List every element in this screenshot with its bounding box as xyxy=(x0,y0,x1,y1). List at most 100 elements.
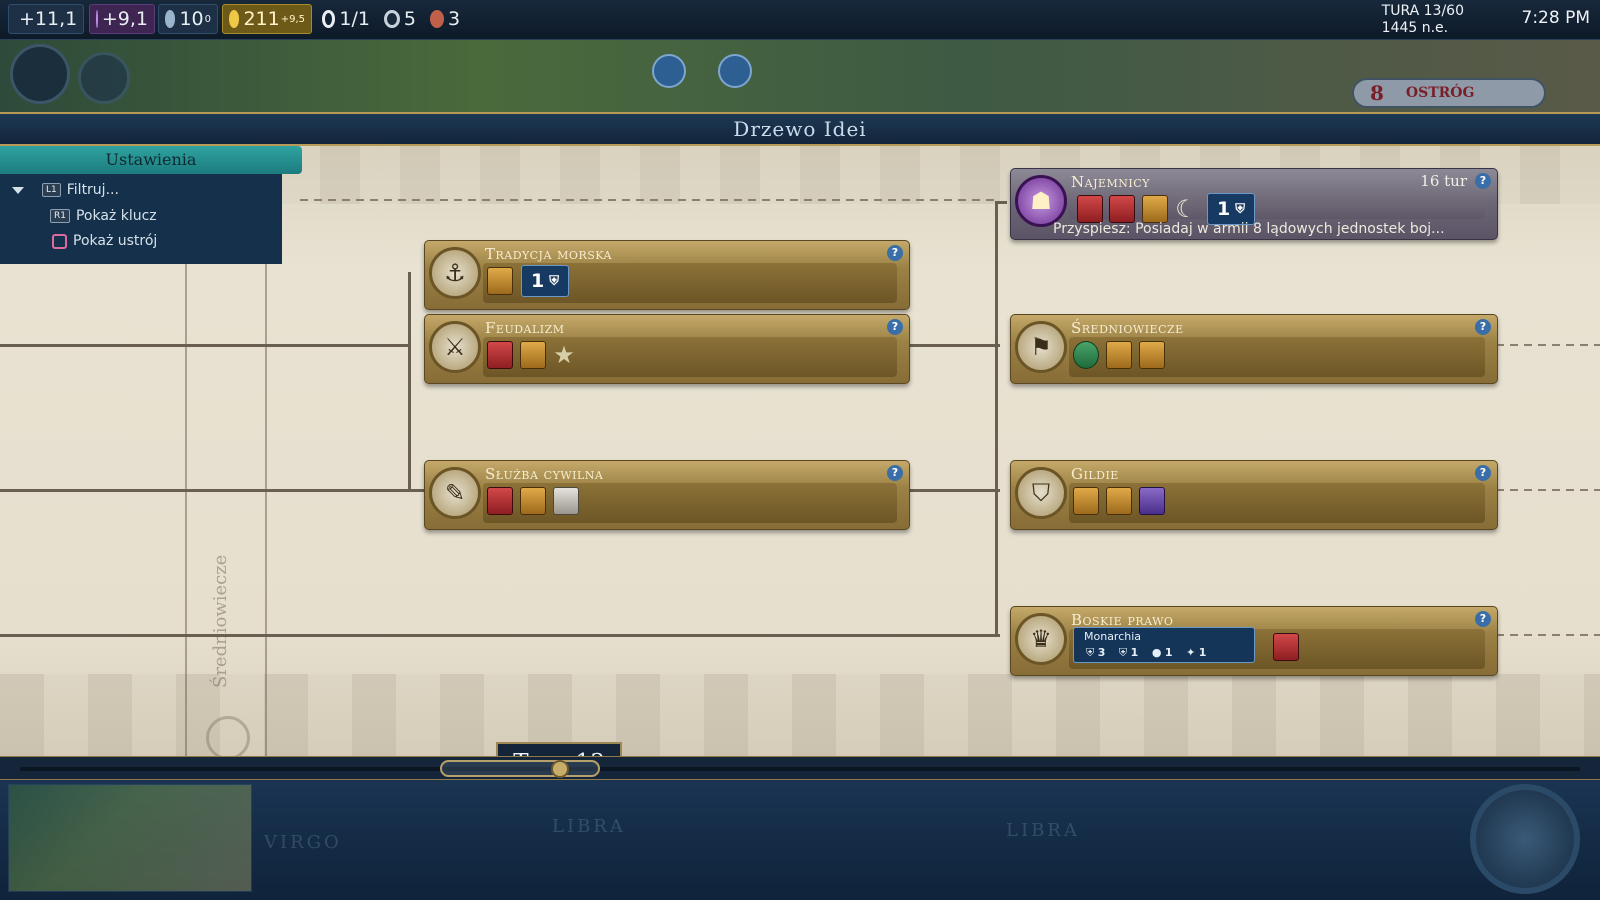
help-icon[interactable]: ? xyxy=(887,319,903,335)
wildcard-slot-count: ✦ 1 xyxy=(1186,646,1207,659)
turn-counter: TURA 13/60 xyxy=(1381,3,1464,19)
civil-service-icon: ✎ xyxy=(429,467,481,519)
help-icon[interactable]: ? xyxy=(887,245,903,261)
clock: 7:28 PM xyxy=(1521,8,1591,28)
government-name: Monarchia xyxy=(1084,630,1142,643)
panel-title: Drzewo Idei xyxy=(733,117,867,141)
card-title: Służba cywilna xyxy=(485,465,604,483)
show-key-option[interactable]: R1 Pokaż klucz xyxy=(50,204,157,228)
timeline-current-turn-knob[interactable] xyxy=(551,760,569,778)
science-yield[interactable]: +11,1 xyxy=(8,4,84,34)
city-population: 8 xyxy=(1370,81,1384,105)
wildcard-slot-icon xyxy=(1139,487,1165,515)
square-button-icon xyxy=(52,233,67,249)
star-icon: ★ xyxy=(553,341,575,369)
turns-remaining: 16 tur xyxy=(1420,172,1467,190)
policy-card-feudalizm[interactable]: ⚔ Feudalizm ? ★ xyxy=(424,314,910,384)
economic-slot-icon xyxy=(1106,487,1132,515)
connector xyxy=(995,201,1007,204)
map-options-button[interactable] xyxy=(78,52,130,104)
connector-dashed xyxy=(1496,344,1600,346)
panel-header: Drzewo Idei xyxy=(0,112,1600,146)
diplomatic-slot-count: ● 1 xyxy=(1151,646,1173,659)
era-divider xyxy=(265,256,267,756)
city-banner[interactable]: 8 OSTRÓG xyxy=(1352,78,1546,108)
economic-slot-icon xyxy=(520,341,546,369)
minimap[interactable] xyxy=(8,784,252,892)
turn-info: TURA 13/60 1445 n.e. xyxy=(1382,3,1464,37)
medieval-faires-icon: ⚑ xyxy=(1015,321,1067,373)
options-header[interactable]: Ustawienia xyxy=(0,146,302,174)
tree-canvas[interactable]: Średniowiecze Ustawienia L1 Filtruj... R… xyxy=(0,146,1600,782)
military-slot-icon xyxy=(487,487,513,515)
faith-yield[interactable]: +9,1 xyxy=(89,4,155,34)
unit-icon: ⛨ xyxy=(1235,201,1245,217)
divine-right-icon: ♛ xyxy=(1015,613,1067,665)
filter-option[interactable]: L1 Filtruj... xyxy=(0,178,119,202)
gold-coin-icon xyxy=(229,10,240,28)
connector xyxy=(900,344,1000,347)
policy-card-najemnicy[interactable]: ☗ Najemnicy 16 tur ? ☾ 1 ⛨ Przyspiesz: Po… xyxy=(1010,168,1498,240)
constellation-label: LIBRA xyxy=(1006,820,1080,841)
military-slot-count: ⛨ 3 xyxy=(1086,646,1106,659)
research-gear-icon[interactable] xyxy=(1470,784,1580,894)
mercenaries-icon: ☗ xyxy=(1015,175,1067,227)
connector xyxy=(995,201,998,636)
envoy-icon xyxy=(384,10,400,28)
connector xyxy=(0,344,410,347)
timeline-track xyxy=(20,767,1580,771)
envoys[interactable]: 5 xyxy=(378,4,422,34)
economic-slot-icon xyxy=(1106,341,1132,369)
great-work-icon xyxy=(553,487,579,515)
trade-route-icon xyxy=(322,10,336,28)
policy-card-gildie[interactable]: ⛉ Gildie ? xyxy=(1010,460,1498,530)
policy-card-tradycja-morska[interactable]: ⚓ Tradycja morska ? 1 ⛨ xyxy=(424,240,910,310)
culture-yield[interactable]: 10 0 xyxy=(158,4,218,34)
war-weariness[interactable]: 3 xyxy=(424,4,468,34)
war-weariness-icon xyxy=(430,10,444,28)
constellation-label: LIBRA xyxy=(552,816,626,837)
unit-upgrade-icon: ☾ xyxy=(1175,195,1197,223)
help-icon[interactable]: ? xyxy=(1475,611,1491,627)
unit-icon: ⛨ xyxy=(549,273,559,289)
card-title: Feudalizm xyxy=(485,319,565,337)
trade-routes[interactable]: 1/1 xyxy=(316,4,376,34)
unit-marker-icon xyxy=(652,54,686,88)
connector-dashed xyxy=(300,199,1000,201)
constellation-label: VIRGO xyxy=(264,832,342,853)
card-title: Średniowiecze xyxy=(1071,319,1184,337)
lens-button[interactable] xyxy=(10,44,70,104)
military-slot-icon xyxy=(487,341,513,369)
help-icon[interactable]: ? xyxy=(887,465,903,481)
military-slot-icon xyxy=(1109,195,1135,223)
card-title: Gildie xyxy=(1071,465,1119,483)
faith-icon xyxy=(96,10,98,28)
era-label: Średniowiecze xyxy=(210,554,231,688)
help-icon[interactable]: ? xyxy=(1475,173,1491,189)
timeline-scrollbar[interactable] xyxy=(0,756,1600,780)
help-icon[interactable]: ? xyxy=(1475,465,1491,481)
l1-button-icon: L1 xyxy=(42,183,61,197)
bottom-bar: VIRGO LIBRA LIBRA xyxy=(0,780,1600,900)
economic-slot-icon xyxy=(520,487,546,515)
city-name: OSTRÓG xyxy=(1405,85,1475,101)
guilds-icon: ⛉ xyxy=(1015,467,1067,519)
connector-dashed xyxy=(1496,634,1600,636)
culture-icon xyxy=(165,10,176,28)
game-year: 1445 n.e. xyxy=(1381,20,1449,36)
military-unit-badge: 1 ⛨ xyxy=(521,265,569,297)
economic-slot-count: ⛨ 1 xyxy=(1118,646,1139,659)
r1-button-icon: R1 xyxy=(50,209,70,223)
policy-card-boskie-prawo[interactable]: ♛ Boskie prawo ? Monarchia ⛨ 3 ⛨ 1 ● 1 ✦… xyxy=(1010,606,1498,676)
show-government-option[interactable]: Pokaż ustrój xyxy=(52,229,157,253)
policy-card-sredniowiecze[interactable]: ⚑ Średniowiecze ? xyxy=(1010,314,1498,384)
timeline-viewport-handle[interactable] xyxy=(440,760,600,777)
connector xyxy=(0,489,430,492)
military-slot-icon xyxy=(1273,633,1299,661)
gold-yield[interactable]: 211 +9,5 xyxy=(222,4,312,34)
hurry-hint: Przyspiesz: Posiadaj w armii 8 lądowych … xyxy=(1053,221,1445,237)
policy-card-sluzba-cywilna[interactable]: ✎ Służba cywilna ? xyxy=(424,460,910,530)
help-icon[interactable]: ? xyxy=(1475,319,1491,335)
unit-marker-icon xyxy=(718,54,752,88)
naval-tradition-icon: ⚓ xyxy=(429,247,481,299)
